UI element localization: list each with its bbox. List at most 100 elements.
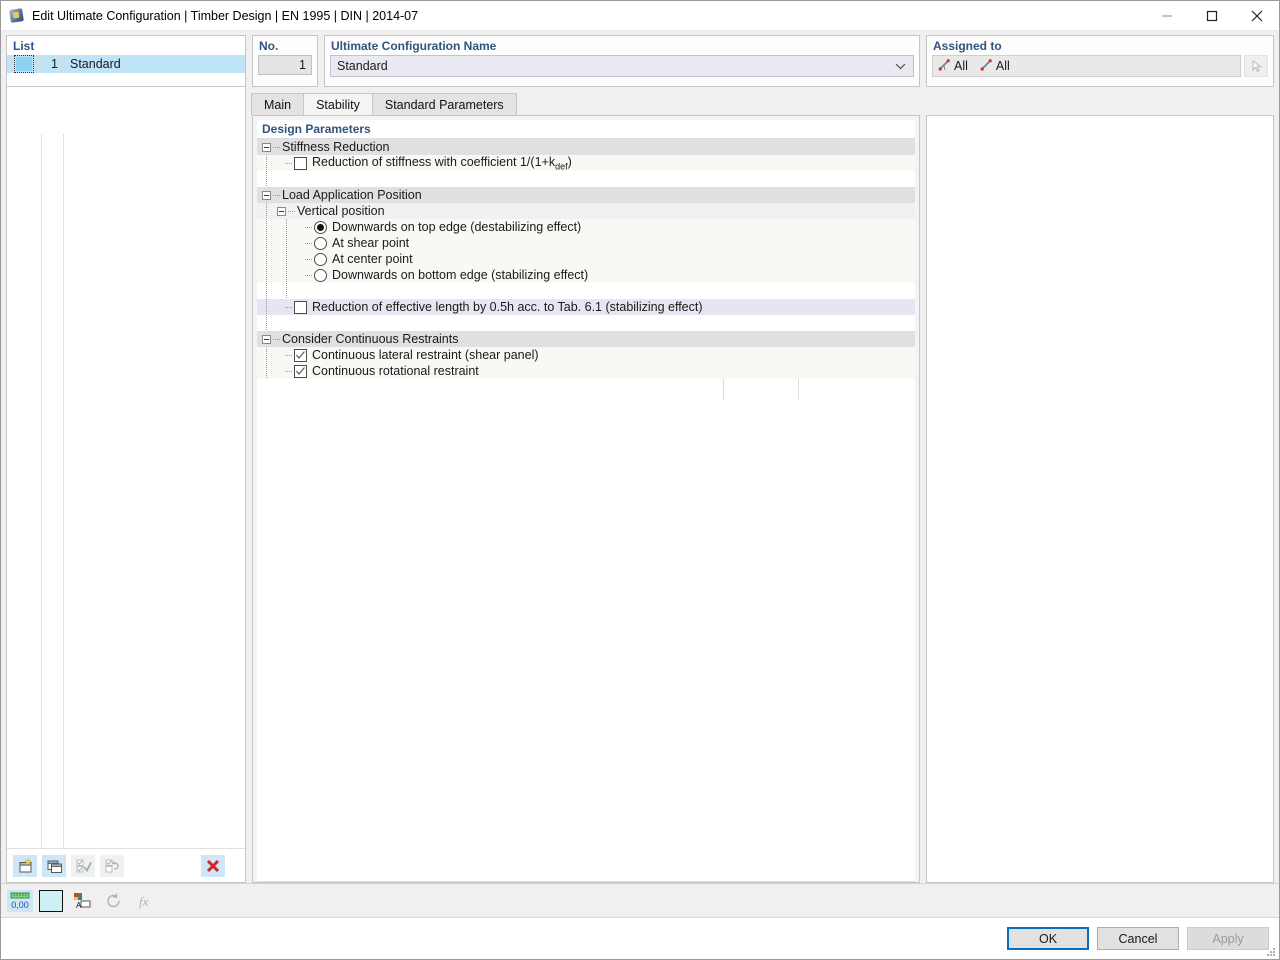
downwards-bottom-edge-radio[interactable] xyxy=(314,268,327,282)
group-stiffness-reduction[interactable]: Stiffness Reduction xyxy=(257,139,915,155)
color-swatch-button[interactable] xyxy=(39,889,63,912)
svg-text:0,00: 0,00 xyxy=(11,900,29,910)
assigned-member-set-label: All xyxy=(954,59,968,73)
header-row: List 1 Standard No. 1 Ultimate Configura… xyxy=(1,31,1279,87)
list-row-number: 1 xyxy=(41,55,63,73)
list-toolbar xyxy=(7,848,245,882)
close-icon[interactable] xyxy=(1234,1,1279,31)
subgroup-vertical-position-label: Vertical position xyxy=(297,204,385,218)
apply-button: Apply xyxy=(1187,927,1269,950)
expander-stiffness-reduction[interactable] xyxy=(262,142,271,152)
tab-strip: Main Stability Standard Parameters xyxy=(251,93,1279,115)
pick-in-graphic-icon[interactable] xyxy=(1244,55,1268,77)
group-load-application-position-label: Load Application Position xyxy=(282,188,422,202)
group-stiffness-reduction-label: Stiffness Reduction xyxy=(282,140,390,154)
dialog-window: Edit Ultimate Configuration | Timber Des… xyxy=(0,0,1280,960)
ok-button[interactable]: OK xyxy=(1007,927,1089,950)
row-at-shear-point[interactable]: At shear point xyxy=(257,235,915,251)
list-row-checkbox[interactable] xyxy=(7,55,41,73)
design-parameters-grid: Design Parameters Stiffness Reduction Re… xyxy=(257,120,915,882)
list-row-name: Standard xyxy=(70,57,121,71)
group-consider-continuous-restraints[interactable]: Consider Continuous Restraints xyxy=(257,331,915,347)
at-center-point-label: At center point xyxy=(332,252,413,266)
at-shear-point-label: At shear point xyxy=(332,236,410,250)
at-center-point-radio[interactable] xyxy=(314,252,327,266)
parameter-rows: Stiffness Reduction Reduction of stiffne… xyxy=(257,139,915,400)
expander-consider-continuous-restraints[interactable] xyxy=(262,334,271,344)
assigned-to-label: Assigned to xyxy=(933,39,1002,53)
minimize-icon[interactable] xyxy=(1144,1,1189,31)
tree-connector xyxy=(305,242,312,244)
maximize-icon[interactable] xyxy=(1189,1,1234,31)
list-item[interactable]: 1 Standard xyxy=(7,55,245,73)
reduction-effective-length-checkbox[interactable] xyxy=(294,300,307,314)
window-title: Edit Ultimate Configuration | Timber Des… xyxy=(32,8,419,23)
group-load-application-position[interactable]: Load Application Position xyxy=(257,187,915,203)
resize-grip[interactable] xyxy=(1266,947,1276,957)
design-parameters-title: Design Parameters xyxy=(257,120,915,139)
tree-connector xyxy=(305,258,312,260)
toggle-check-icon xyxy=(100,854,124,877)
continuous-rotational-restraint-label: Continuous rotational restraint xyxy=(312,364,479,378)
subgroup-vertical-position[interactable]: Vertical position xyxy=(257,203,915,219)
downwards-top-edge-label: Downwards on top edge (destabilizing eff… xyxy=(332,220,582,234)
tree-connector xyxy=(305,274,312,276)
assigned-to-panel: Assigned to I All All xyxy=(926,35,1274,87)
dialog-body: Design Parameters Stiffness Reduction Re… xyxy=(1,86,1279,883)
color-palette-icon[interactable]: A xyxy=(69,890,95,912)
number-value: 1 xyxy=(258,55,312,75)
tree-connector xyxy=(273,146,280,148)
configuration-name-label: Ultimate Configuration Name xyxy=(331,39,497,53)
red-x-icon[interactable] xyxy=(201,854,225,877)
check-all-icon xyxy=(71,854,95,877)
row-at-center-point[interactable]: At center point xyxy=(257,251,915,267)
row-continuous-lateral-restraint[interactable]: Continuous lateral restraint (shear pane… xyxy=(257,347,915,363)
expander-load-application-position[interactable] xyxy=(262,190,271,200)
assigned-to-row: I All All xyxy=(932,55,1268,77)
number-panel: No. 1 xyxy=(252,35,318,87)
continuous-lateral-restraint-checkbox[interactable] xyxy=(294,348,307,362)
row-downwards-bottom-edge[interactable]: Downwards on bottom edge (stabilizing ef… xyxy=(257,267,915,283)
title-bar: Edit Ultimate Configuration | Timber Des… xyxy=(1,1,1279,31)
row-spacer xyxy=(257,315,915,331)
tree-connector xyxy=(285,354,292,356)
configuration-name-combo[interactable]: Standard xyxy=(330,55,914,77)
copy-window-icon[interactable] xyxy=(42,854,66,877)
list-header-spacer: List 1 Standard xyxy=(6,35,246,87)
reduction-of-stiffness-checkbox[interactable] xyxy=(294,156,307,170)
row-spacer xyxy=(257,283,915,299)
list-panel-title: List xyxy=(13,39,35,53)
stability-tab-panel: Design Parameters Stiffness Reduction Re… xyxy=(252,115,920,883)
row-downwards-top-edge[interactable]: Downwards on top edge (destabilizing eff… xyxy=(257,219,915,235)
svg-text:I: I xyxy=(944,66,945,71)
member-set-icon: I xyxy=(938,58,951,74)
continuous-rotational-restraint-checkbox[interactable] xyxy=(294,364,307,378)
ruler-decimal-icon[interactable]: 0,00 xyxy=(7,889,33,912)
tree-connector xyxy=(285,162,292,164)
row-spacer xyxy=(257,171,915,187)
tab-main[interactable]: Main xyxy=(251,93,305,115)
new-window-icon[interactable] xyxy=(13,854,37,877)
status-bar: 0,00 A fx xyxy=(1,883,1279,917)
downwards-bottom-edge-label: Downwards on bottom edge (stabilizing ef… xyxy=(332,268,589,282)
cancel-button[interactable]: Cancel xyxy=(1097,927,1179,950)
assigned-member-set: I All xyxy=(938,58,968,74)
chevron-down-icon[interactable] xyxy=(895,59,906,73)
tab-stability[interactable]: Stability xyxy=(303,93,373,115)
group-consider-continuous-restraints-label: Consider Continuous Restraints xyxy=(282,332,459,346)
tree-connector xyxy=(273,194,280,196)
at-shear-point-radio[interactable] xyxy=(314,236,327,250)
app-cube-icon xyxy=(9,7,25,24)
row-reduction-of-stiffness[interactable]: Reduction of stiffness with coefficient … xyxy=(257,155,915,171)
row-continuous-rotational-restraint[interactable]: Continuous rotational restraint xyxy=(257,363,915,379)
configuration-name-panel: Ultimate Configuration Name Standard xyxy=(324,35,920,87)
row-reduction-effective-length[interactable]: Reduction of effective length by 0.5h ac… xyxy=(257,299,915,315)
assigned-to-field[interactable]: I All All xyxy=(932,55,1241,77)
fx-icon: fx xyxy=(133,890,159,912)
downwards-top-edge-radio[interactable] xyxy=(314,220,327,234)
undo-circle-icon xyxy=(101,890,127,912)
tab-standard-parameters[interactable]: Standard Parameters xyxy=(371,93,517,115)
tree-connector xyxy=(288,210,295,212)
expander-vertical-position[interactable] xyxy=(277,206,286,216)
configuration-list-panel xyxy=(6,86,246,883)
